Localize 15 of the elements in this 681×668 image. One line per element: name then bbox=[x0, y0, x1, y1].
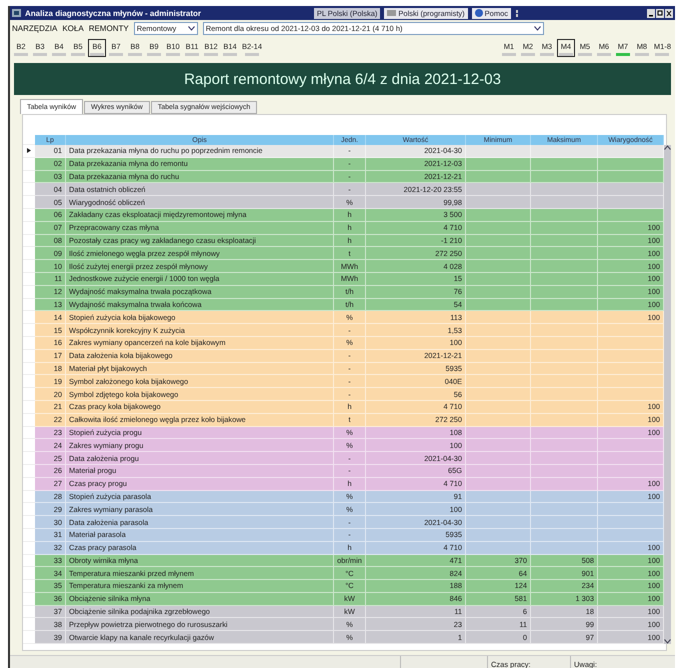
scroll-down-icon[interactable] bbox=[664, 639, 671, 644]
menu-item[interactable]: REMONTY bbox=[88, 24, 129, 32]
menu-item[interactable]: KOŁA bbox=[62, 24, 84, 32]
caret-icon bbox=[534, 26, 541, 30]
app-icon bbox=[12, 9, 21, 17]
scrollbar[interactable] bbox=[664, 145, 671, 644]
scroll-up-icon[interactable] bbox=[664, 145, 671, 150]
caret-icon bbox=[188, 26, 195, 30]
keyboard-icon bbox=[387, 10, 396, 16]
window-title: Analiza diagnostyczna młynów - administrator bbox=[25, 8, 202, 18]
menu-item[interactable]: NARZĘDZIA bbox=[12, 24, 58, 32]
help-icon bbox=[474, 9, 483, 17]
options-icon[interactable] bbox=[515, 8, 519, 18]
window-controls-icon[interactable] bbox=[647, 8, 673, 18]
report-title: Raport remontowy młyna 6/4 z dnia 2021-12-03 bbox=[184, 70, 501, 88]
